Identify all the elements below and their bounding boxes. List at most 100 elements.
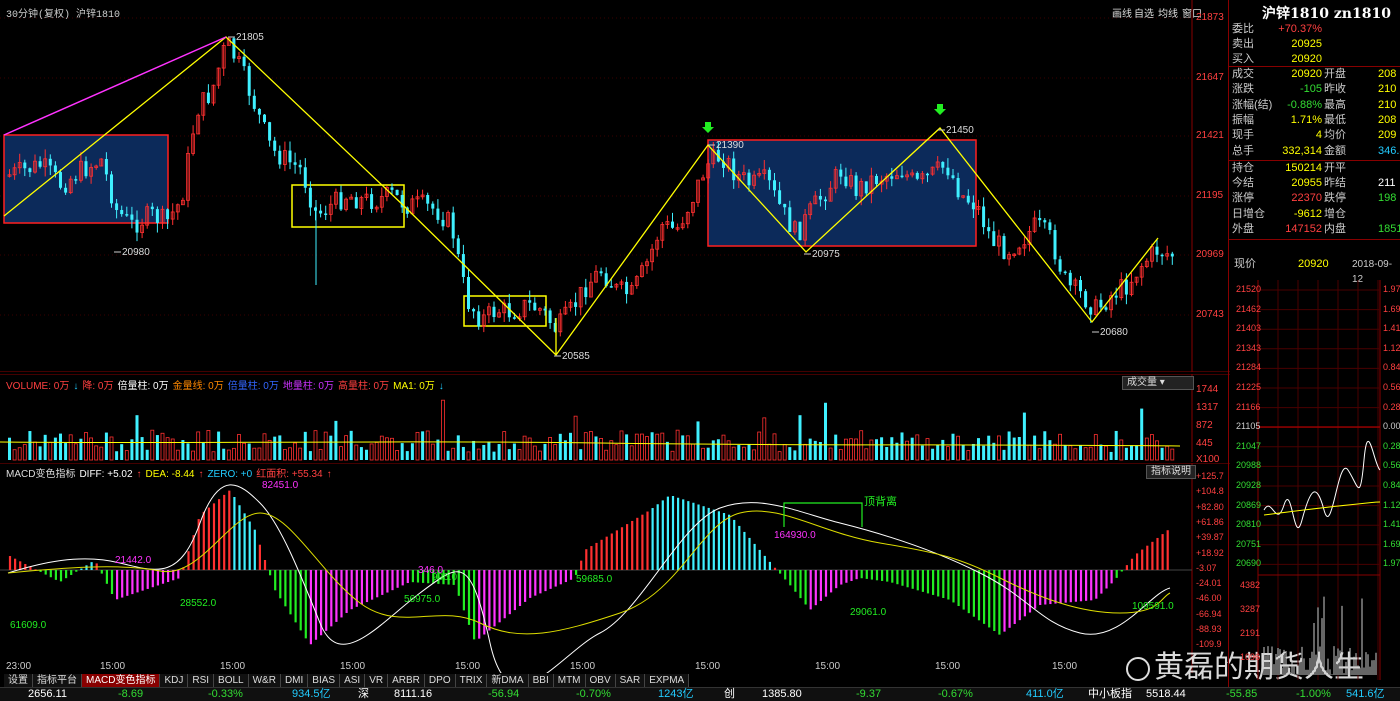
- volume-legend-item: 金量线: 0万: [172, 381, 224, 392]
- quote-row: 外盘 147152 内盘 1851: [1232, 222, 1400, 237]
- indicator-tab[interactable]: EXPMA: [645, 674, 690, 687]
- ma-button[interactable]: 均线: [1158, 9, 1178, 20]
- indicator-tab[interactable]: DPO: [424, 674, 456, 687]
- volume-legend-item: 降: 0万: [82, 381, 114, 392]
- quote-cell: 总手: [1232, 145, 1254, 157]
- candle-body: [1124, 279, 1128, 295]
- indicator-tab[interactable]: BBI: [528, 674, 554, 687]
- volume-bar: [267, 439, 272, 461]
- volume-bar: [308, 451, 312, 460]
- candle-body: [875, 175, 878, 185]
- volume-bar: [910, 437, 914, 460]
- volume-bar: [273, 436, 277, 460]
- volume-bar: [543, 443, 547, 460]
- indicator-tab[interactable]: TRIX: [455, 674, 488, 687]
- volume-bar: [997, 435, 1001, 461]
- indicator-tab[interactable]: MTM: [553, 674, 586, 687]
- indicator-tab[interactable]: W&R: [248, 674, 281, 687]
- quote-row: 买入 20920: [1232, 52, 1400, 67]
- candle-body: [451, 212, 455, 239]
- candle-body: [456, 238, 460, 255]
- mini-pct-tick: 1.12: [1383, 342, 1400, 353]
- candle-body: [773, 180, 776, 191]
- candle-body: [257, 108, 261, 115]
- status-item: 深: [358, 688, 369, 700]
- candle-body: [1043, 220, 1047, 223]
- quote-cell: 332,314: [1282, 145, 1322, 157]
- volume-bar: [808, 438, 812, 460]
- quote-cell: 日增仓: [1232, 208, 1265, 220]
- volume-bar: [405, 451, 409, 460]
- volume-bar: [323, 431, 328, 461]
- volume-bar: [982, 445, 986, 460]
- indicator-tab[interactable]: 设置: [4, 674, 33, 687]
- candle-body: [1155, 246, 1159, 255]
- volume-bar: [135, 415, 139, 460]
- price-chart[interactable]: 21805 20980 20585 21390 20975 21450 20680: [0, 0, 1230, 372]
- volume-bar: [293, 442, 298, 461]
- indicator-help-button[interactable]: 指标说明: [1146, 465, 1196, 479]
- volume-selector[interactable]: 成交量 ▾: [1122, 376, 1194, 390]
- indicator-tab[interactable]: ARBR: [388, 674, 425, 687]
- quote-cell: 最低: [1324, 114, 1346, 126]
- mini-vol-tick: 2191: [1240, 628, 1261, 638]
- volume-bar: [859, 430, 864, 461]
- mini-price-tick: 21166: [1236, 401, 1261, 412]
- macd-value-label: 164930.0: [774, 530, 816, 541]
- volume-bar: [885, 447, 889, 460]
- macd-value-label: 56975.0: [404, 594, 441, 605]
- volume-bar: [737, 445, 741, 460]
- candle-body: [824, 199, 827, 202]
- candle-body: [599, 271, 603, 274]
- candle-body: [288, 150, 292, 163]
- candle-body: [783, 203, 787, 208]
- indicator-tab[interactable]: BIAS: [308, 674, 341, 687]
- candle-body: [130, 214, 134, 220]
- volume-bar: [563, 440, 567, 460]
- chart-window-title: 30分钟(复权) 沪锌1810: [6, 10, 121, 21]
- price-tick: 21421: [1196, 130, 1224, 141]
- divergence-label: 顶背离: [864, 496, 897, 508]
- candle-body: [584, 287, 588, 298]
- quote-cell: 内盘: [1324, 223, 1346, 235]
- quote-cell: 昨结: [1324, 177, 1346, 189]
- volume-bar: [89, 437, 93, 461]
- volume-bar: [492, 451, 496, 460]
- indicator-tab[interactable]: 指标平台: [33, 674, 82, 687]
- volume-bar: [155, 435, 159, 460]
- volume-tick: 872: [1196, 420, 1213, 431]
- indicator-tab[interactable]: 新DMA: [487, 674, 529, 687]
- quote-cell: 委比: [1232, 23, 1254, 35]
- quote-cell: 20955: [1291, 177, 1322, 189]
- volume-bar: [1093, 434, 1098, 461]
- volume-bar: [99, 446, 104, 461]
- volume-bar: [691, 443, 695, 461]
- quote-cell: 209: [1378, 129, 1397, 141]
- volume-bar: [17, 447, 22, 461]
- indicator-tab[interactable]: BOLL: [214, 674, 249, 687]
- volume-bar: [987, 435, 991, 460]
- indicator-tab[interactable]: ASI: [340, 674, 366, 687]
- indicator-tab[interactable]: VR: [365, 674, 389, 687]
- volume-bar: [696, 421, 700, 460]
- time-tick: 15:00: [695, 661, 721, 672]
- quote-cell: 现手: [1232, 129, 1254, 141]
- volume-bar: [384, 437, 389, 461]
- watchlist-button[interactable]: 自选: [1134, 9, 1154, 20]
- candle-body: [324, 213, 328, 215]
- quote-divider: [1229, 239, 1400, 240]
- status-item: 创: [724, 688, 735, 700]
- draw-line-button[interactable]: 画线: [1112, 9, 1132, 20]
- indicator-tab[interactable]: RSI: [188, 674, 215, 687]
- volume-bar: [594, 436, 598, 460]
- dea-line: [7, 510, 1171, 635]
- indicator-tab[interactable]: DMI: [280, 674, 309, 687]
- volume-bar: [48, 441, 53, 461]
- indicator-tab[interactable]: MACD变色指标: [82, 674, 161, 687]
- indicator-tab[interactable]: OBV: [585, 674, 616, 687]
- volume-bar: [104, 432, 108, 460]
- quote-cell: 开盘: [1324, 68, 1346, 80]
- indicator-tab[interactable]: SAR: [615, 674, 646, 687]
- volume-bar: [721, 434, 726, 461]
- indicator-tab[interactable]: KDJ: [160, 674, 189, 687]
